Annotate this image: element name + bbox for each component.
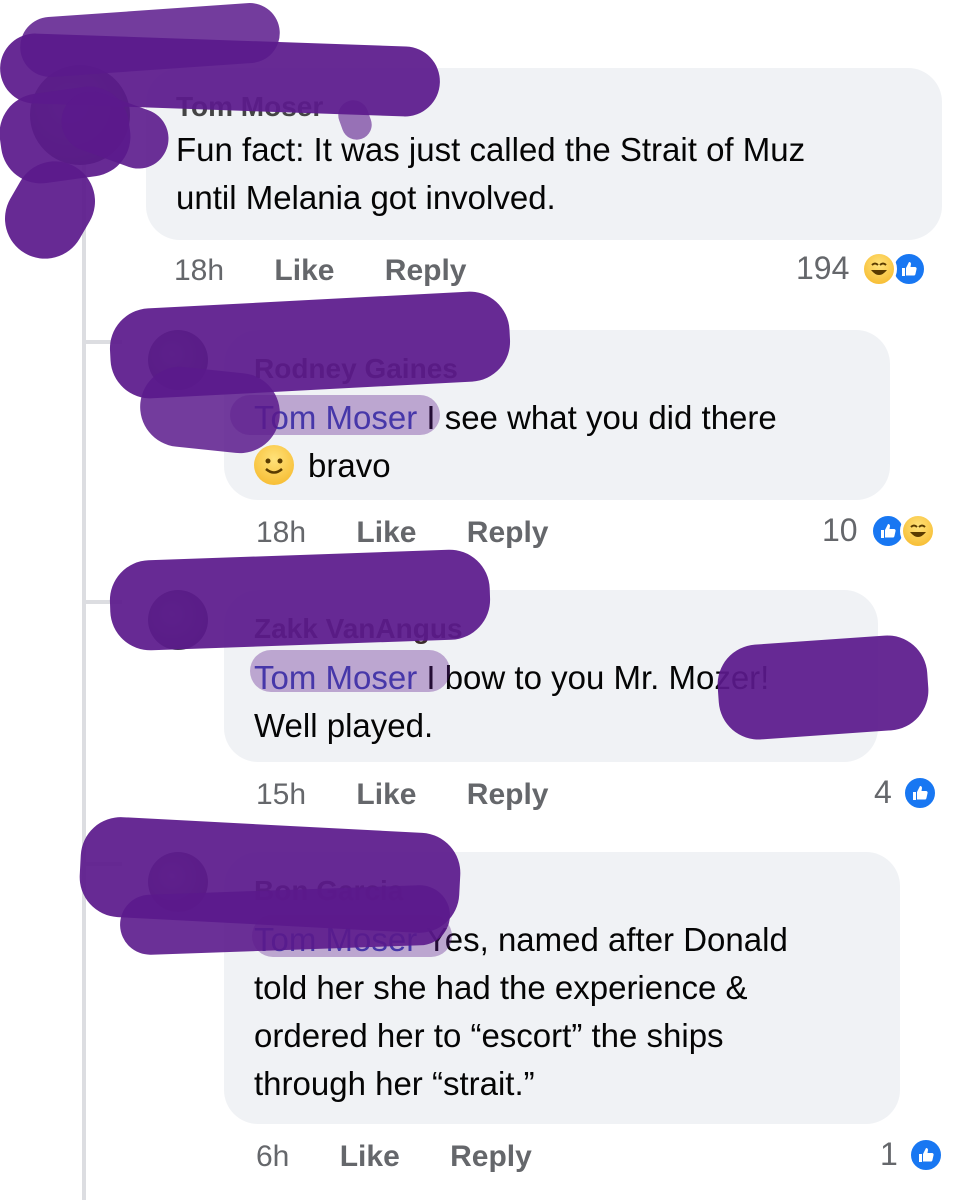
reaction-count: 10: [822, 512, 858, 548]
like-reaction-icon: [907, 1136, 944, 1173]
comment-meta: 18h Like Reply: [256, 516, 590, 550]
comment-text-line: ordered her to “escort” the ships: [254, 1017, 724, 1054]
comment-text-line: until Melania got involved.: [176, 179, 556, 216]
haha-reaction-icon: [899, 512, 936, 549]
redaction-scribble: [230, 395, 440, 435]
thread-line: [82, 160, 86, 1200]
comment-meta: 6h Like Reply: [256, 1140, 574, 1174]
like-button[interactable]: Like: [340, 1140, 400, 1173]
like-reaction-icon: [901, 774, 938, 811]
like-button[interactable]: Like: [274, 254, 334, 287]
comment-text-line: bravo: [254, 442, 860, 490]
comment-time[interactable]: 6h: [256, 1140, 289, 1173]
comment-meta: 18h Like Reply: [174, 254, 508, 288]
reply-button[interactable]: Reply: [385, 254, 467, 287]
comment-meta: 15h Like Reply: [256, 778, 590, 812]
comment-text-line: I bow to you Mr. Mozer!: [417, 659, 770, 696]
comment-time[interactable]: 18h: [256, 516, 306, 549]
redaction-scribble: [108, 548, 492, 652]
comment-time[interactable]: 15h: [256, 778, 306, 811]
comment-text: Fun fact: It was just called the Strait …: [176, 126, 912, 222]
reaction-count: 194: [796, 250, 850, 286]
comment-text-line: Yes, named after Donald: [417, 921, 788, 958]
reaction-count: 1: [880, 1136, 898, 1172]
comment-text-line: through her “strait.”: [254, 1065, 535, 1102]
reply-button[interactable]: Reply: [450, 1140, 532, 1173]
comment-text-line: told her she had the experience &: [254, 969, 748, 1006]
reaction-summary[interactable]: 194: [796, 250, 928, 287]
like-button[interactable]: Like: [356, 516, 416, 549]
reply-button[interactable]: Reply: [467, 516, 549, 549]
reaction-count: 4: [874, 774, 892, 810]
comment-text-line: I see what you did there: [417, 399, 777, 436]
redaction-scribble: [252, 915, 452, 957]
comment-text-fragment: bravo: [308, 447, 391, 484]
like-button[interactable]: Like: [356, 778, 416, 811]
comment-time[interactable]: 18h: [174, 254, 224, 287]
haha-reaction-icon: [861, 250, 898, 287]
redaction-scribble: [714, 632, 932, 743]
redaction-scribble: [250, 650, 450, 692]
reaction-summary[interactable]: 1: [880, 1136, 944, 1173]
smile-emoji-icon: [254, 445, 294, 485]
reaction-summary[interactable]: 4: [874, 774, 938, 811]
reaction-summary[interactable]: 10: [822, 512, 936, 549]
comment-text-line: Fun fact: It was just called the Strait …: [176, 131, 806, 168]
reply-button[interactable]: Reply: [467, 778, 549, 811]
